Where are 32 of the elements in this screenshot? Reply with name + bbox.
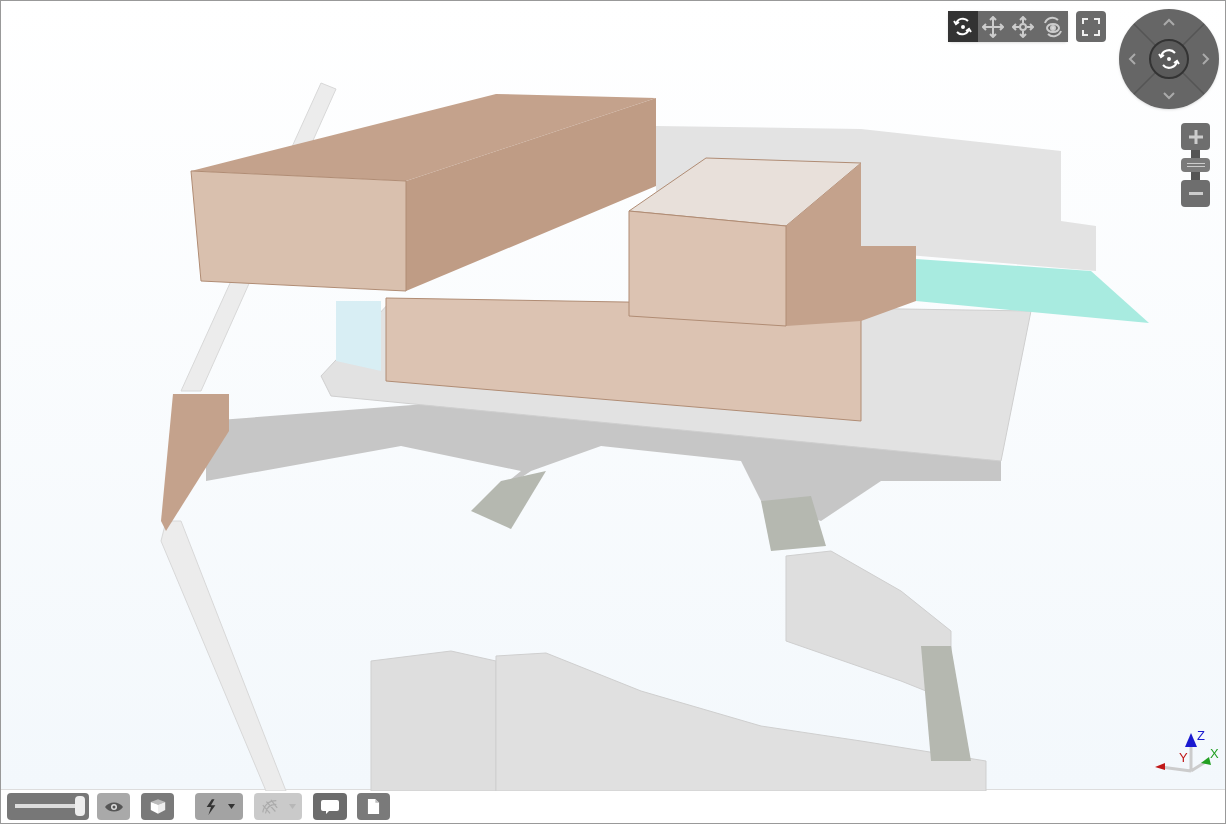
zoom-out-button[interactable] (1181, 180, 1210, 207)
comment-button[interactable] (313, 793, 347, 820)
zoom-slider-handle[interactable] (1181, 158, 1210, 172)
lighting-button[interactable] (195, 793, 243, 820)
axis-arrows-drawing (1155, 733, 1211, 773)
visibility-button[interactable] (97, 793, 130, 820)
orbit-icon (952, 15, 974, 38)
caret-icon (227, 804, 235, 809)
look-around-icon (1042, 15, 1064, 38)
transparency-slider[interactable] (7, 793, 89, 820)
view-mode-button[interactable] (948, 11, 978, 42)
cube-icon (148, 798, 167, 815)
plus-icon (1187, 128, 1204, 145)
zoom-in-button[interactable] (1181, 123, 1210, 150)
fullscreen-icon (1082, 17, 1100, 36)
y-axis-label: Y (1179, 751, 1188, 764)
move-icon (1012, 15, 1034, 38)
orbit-center-button[interactable] (1149, 39, 1189, 79)
z-axis-label: Z (1197, 729, 1205, 742)
rotate-icon (1157, 47, 1181, 71)
section-box-button[interactable] (141, 793, 174, 820)
slider-thumb[interactable] (74, 796, 85, 816)
zoom-slider-track (1191, 150, 1200, 158)
document-button[interactable] (357, 793, 390, 820)
x-axis-label: X (1210, 747, 1219, 760)
mesh-icon (260, 797, 279, 816)
speech-bubble-icon (320, 798, 340, 815)
pan-icon (982, 15, 1004, 38)
zoom-slider-track (1191, 172, 1200, 180)
document-icon (367, 798, 380, 815)
minus-icon (1188, 192, 1203, 195)
fullscreen-button[interactable] (1076, 11, 1106, 42)
